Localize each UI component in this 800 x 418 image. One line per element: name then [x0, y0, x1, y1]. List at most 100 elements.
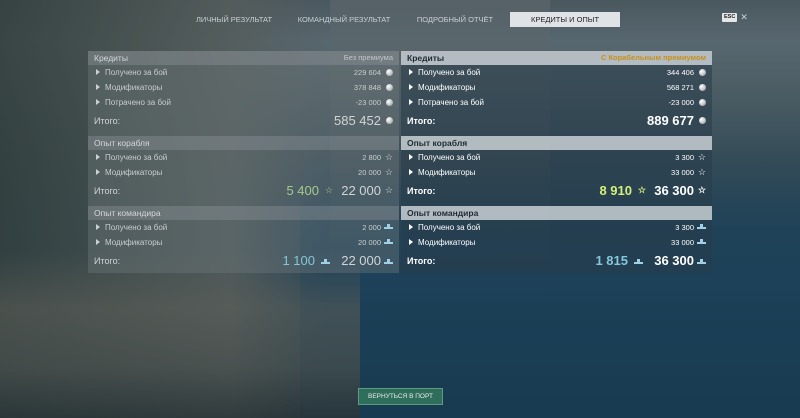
star-icon: ☆ [384, 167, 393, 177]
close-icon[interactable]: ✕ [740, 13, 748, 22]
arrow-right-icon [96, 83, 100, 90]
section-title: Опыт корабля [94, 138, 150, 148]
row-value: 568 271 [666, 83, 694, 92]
row-value: 33 000 [671, 238, 694, 247]
total-label: Итого: [94, 256, 121, 266]
free-xp-star-icon: ☆ [637, 185, 646, 195]
commander-ship-icon [384, 259, 393, 264]
section-header: Опыт корабля [401, 136, 712, 150]
row-label: Потрачено за бой [105, 98, 171, 107]
row-label: Модификаторы [105, 238, 163, 247]
list-item: Модификаторы 568 271 [401, 80, 712, 95]
star-icon: ☆ [697, 152, 706, 162]
commander-ship-icon [697, 224, 706, 229]
ship-xp-section: Опыт корабля Получено за бой 3 300 ☆ Модиф… [401, 136, 712, 202]
section-title: Кредиты [94, 53, 128, 63]
credits-coin-icon [699, 117, 706, 124]
arrow-right-icon [409, 223, 413, 230]
list-item: Модификаторы 378 848 [88, 80, 399, 95]
section-title: Опыт корабля [407, 138, 468, 148]
row-value: 2 000 [362, 223, 381, 232]
row-label: Получено за бой [418, 153, 481, 162]
total-value: 889 677 [647, 113, 694, 128]
list-item: Модификаторы 20 000 [88, 235, 399, 250]
commander-elite-total: 1 815 [595, 253, 628, 268]
commander-ship-icon [697, 239, 706, 244]
list-item: Получено за бой 344 406 [401, 65, 712, 80]
total-row: Итого: 889 677 [401, 110, 712, 132]
list-item: Получено за бой 3 300 ☆ [401, 150, 712, 165]
esc-key-badge[interactable]: ESC [722, 13, 738, 22]
arrow-right-icon [409, 68, 413, 75]
commander-elite-total: 1 100 [282, 253, 315, 268]
arrow-right-icon [96, 153, 100, 160]
tab-personal-result[interactable]: ЛИЧНЫЙ РЕЗУЛЬТАТ [180, 12, 288, 27]
row-value: 20 000 [358, 238, 381, 247]
credits-coin-icon [699, 84, 706, 91]
panel-without-premium: Кредиты Без премиума Получено за бой 229 … [88, 51, 399, 273]
free-xp-star-icon: ☆ [324, 185, 333, 195]
credits-coin-icon [386, 99, 393, 106]
section-title: Опыт командира [407, 208, 479, 218]
commander-ship-icon [384, 239, 393, 244]
total-row: Итого: 1 100 22 000 [88, 250, 399, 272]
tab-team-result[interactable]: КОМАНДНЫЙ РЕЗУЛЬТАТ [288, 12, 400, 27]
total-value: 22 000 [341, 183, 381, 198]
row-label: Потрачено за бой [418, 98, 484, 107]
total-value: 585 452 [334, 113, 381, 128]
total-label: Итого: [407, 256, 436, 266]
star-icon: ☆ [697, 167, 706, 177]
list-item: Получено за бой 229 604 [88, 65, 399, 80]
free-xp-total: 8 910 [599, 183, 632, 198]
row-value: 33 000 [671, 168, 694, 177]
commander-xp-section: Опыт командира Получено за бой 3 300 Моди… [401, 206, 712, 272]
tab-detailed-report[interactable]: ПОДРОБНЫЙ ОТЧЁТ [400, 12, 510, 27]
star-icon: ☆ [384, 185, 393, 195]
credits-coin-icon [386, 84, 393, 91]
row-value: 20 000 [358, 168, 381, 177]
arrow-right-icon [96, 223, 100, 230]
commander-ship-icon [321, 259, 330, 264]
section-note: Без премиума [343, 53, 393, 62]
row-value: -23 000 [668, 98, 694, 107]
commander-xp-section: Опыт командира Получено за бой 2 000 Моди… [88, 206, 399, 272]
row-value: 3 300 [675, 153, 694, 162]
arrow-right-icon [96, 168, 100, 175]
total-label: Итого: [407, 186, 436, 196]
credits-coin-icon [386, 69, 393, 76]
section-header: Опыт командира [88, 206, 399, 220]
list-item: Получено за бой 2 800 ☆ [88, 150, 399, 165]
credits-coin-icon [386, 117, 393, 124]
total-row: Итого: 8 910 ☆ 36 300 ☆ [401, 180, 712, 202]
total-label: Итого: [94, 186, 121, 196]
section-header: Опыт корабля [88, 136, 399, 150]
tab-credits-and-xp[interactable]: КРЕДИТЫ И ОПЫТ [510, 12, 620, 27]
arrow-right-icon [96, 98, 100, 105]
return-to-port-button[interactable]: ВЕРНУТЬСЯ В ПОРТ [358, 388, 443, 405]
total-label: Итого: [94, 116, 121, 126]
close-control[interactable]: ESC ✕ [722, 13, 748, 22]
star-icon: ☆ [697, 185, 706, 195]
free-xp-total: 5 400 [286, 183, 319, 198]
total-row: Итого: 5 400 ☆ 22 000 ☆ [88, 180, 399, 202]
row-label: Модификаторы [418, 168, 476, 177]
row-value: 344 406 [666, 68, 694, 77]
row-label: Получено за бой [105, 223, 168, 232]
credits-coin-icon [699, 99, 706, 106]
row-value: -23 000 [355, 98, 381, 107]
section-header: Кредиты С Корабельным премиумом [401, 51, 712, 65]
section-note: С Корабельным премиумом [600, 53, 706, 62]
list-item: Модификаторы 33 000 ☆ [401, 165, 712, 180]
section-title: Опыт командира [94, 208, 161, 218]
commander-ship-icon [634, 259, 643, 264]
row-label: Модификаторы [105, 168, 163, 177]
arrow-right-icon [409, 238, 413, 245]
section-header: Опыт командира [401, 206, 712, 220]
row-value: 3 300 [675, 223, 694, 232]
row-value: 229 604 [353, 68, 381, 77]
row-value: 378 848 [353, 83, 381, 92]
row-label: Получено за бой [418, 68, 481, 77]
list-item: Потрачено за бой -23 000 [401, 95, 712, 110]
row-label: Модификаторы [418, 238, 476, 247]
tab-bar: ЛИЧНЫЙ РЕЗУЛЬТАТ КОМАНДНЫЙ РЕЗУЛЬТАТ ПОД… [180, 12, 620, 27]
